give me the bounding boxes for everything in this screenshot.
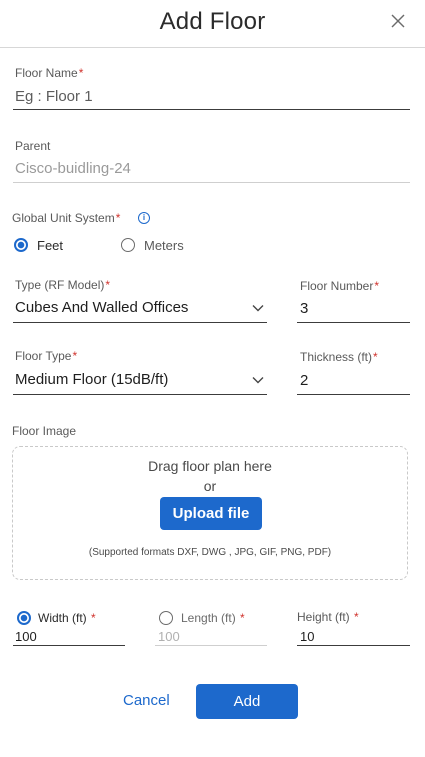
floor-name-label: Floor Name* xyxy=(15,66,84,80)
width-input[interactable]: 100 xyxy=(15,629,37,644)
floor-type-underline xyxy=(13,394,267,395)
thickness-underline xyxy=(297,394,410,395)
floor-type-value: Medium Floor (15dB/ft) xyxy=(15,371,169,388)
drag-floor-plan-text: Drag floor plan here xyxy=(148,458,272,474)
parent-underline xyxy=(13,182,410,183)
width-underline xyxy=(13,645,125,646)
info-icon[interactable]: i xyxy=(138,212,150,224)
dialog-title: Add Floor xyxy=(159,8,266,35)
chevron-down-icon xyxy=(251,301,265,315)
floor-number-input[interactable]: 3 xyxy=(300,300,308,317)
add-button[interactable]: Add xyxy=(196,684,298,719)
thickness-input[interactable]: 2 xyxy=(300,372,308,389)
rf-model-select[interactable]: Cubes And Walled Offices xyxy=(13,296,267,322)
height-input[interactable]: 10 xyxy=(300,629,314,644)
parent-label: Parent xyxy=(15,139,51,153)
feet-radio[interactable] xyxy=(14,238,28,252)
width-label: Width (ft) * xyxy=(38,611,96,625)
floor-number-label: Floor Number* xyxy=(300,279,380,293)
rf-model-value: Cubes And Walled Offices xyxy=(15,299,189,316)
floor-number-underline xyxy=(297,322,410,323)
length-radio[interactable] xyxy=(159,611,173,625)
parent-field: Cisco-buidling-24 xyxy=(15,160,131,177)
supported-formats-text: (Supported formats DXF, DWG , JPG, GIF, … xyxy=(88,547,332,558)
length-input: 100 xyxy=(158,629,180,644)
meters-radio[interactable] xyxy=(121,238,135,252)
floor-type-select[interactable]: Medium Floor (15dB/ft) xyxy=(13,368,267,394)
rf-model-label: Type (RF Model)* xyxy=(15,278,111,292)
floor-name-input[interactable]: Eg : Floor 1 xyxy=(15,88,93,105)
thickness-label: Thickness (ft)* xyxy=(300,350,378,364)
height-underline xyxy=(297,645,410,646)
close-icon[interactable] xyxy=(389,12,407,30)
rf-model-underline xyxy=(13,322,267,323)
upload-file-button[interactable]: Upload file xyxy=(160,497,262,530)
height-label: Height (ft) * xyxy=(297,610,359,624)
meters-radio-label[interactable]: Meters xyxy=(144,238,184,253)
length-label: Length (ft) * xyxy=(181,611,245,625)
width-radio[interactable] xyxy=(17,611,31,625)
floor-type-label: Floor Type* xyxy=(15,349,78,363)
feet-radio-label[interactable]: Feet xyxy=(37,238,63,253)
unit-system-label: Global Unit System* xyxy=(12,211,121,225)
or-text: or xyxy=(203,478,217,494)
floor-image-label: Floor Image xyxy=(12,424,77,438)
cancel-button[interactable]: Cancel xyxy=(123,692,170,709)
chevron-down-icon xyxy=(251,373,265,387)
floor-name-underline xyxy=(13,109,410,110)
header-divider xyxy=(0,47,425,48)
length-underline xyxy=(155,645,267,646)
